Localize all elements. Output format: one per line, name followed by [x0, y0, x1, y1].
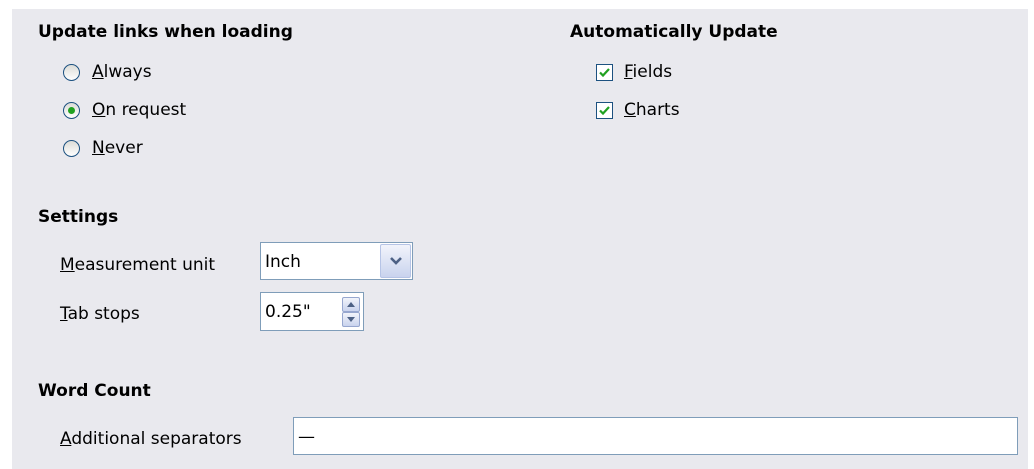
radio-on-request-label: On request [92, 100, 187, 120]
spin-down-button[interactable] [342, 312, 360, 327]
radio-never[interactable]: Never [63, 138, 223, 160]
radio-on-request[interactable]: On request [63, 100, 243, 122]
spin-up-button[interactable] [342, 297, 360, 312]
checkbox-charts[interactable]: Charts [596, 100, 726, 122]
radio-indicator[interactable] [63, 140, 80, 157]
measurement-unit-label: Measurement unit [60, 255, 216, 275]
radio-never-label: Never [92, 138, 143, 158]
arrow-down-icon [347, 317, 355, 322]
checkmark-icon [599, 68, 610, 78]
chevron-down-icon [390, 257, 402, 265]
additional-separators-input[interactable]: — [293, 417, 1018, 455]
word-count-heading: Word Count [38, 381, 151, 401]
radio-always-label: Always [92, 62, 152, 82]
update-links-heading: Update links when loading [38, 22, 293, 42]
options-panel: Update links when loading Always On requ… [12, 9, 1028, 469]
tab-stops-label: Tab stops [60, 304, 140, 324]
additional-separators-value: — [298, 427, 315, 447]
checkmark-icon [599, 106, 610, 116]
radio-indicator[interactable] [63, 102, 80, 119]
checkbox-indicator[interactable] [596, 64, 613, 81]
arrow-up-icon [347, 302, 355, 307]
measurement-unit-select[interactable]: Inch [260, 242, 413, 280]
tab-stops-value: 0.25" [265, 302, 311, 322]
measurement-unit-value: Inch [265, 252, 301, 272]
auto-update-heading: Automatically Update [570, 22, 778, 42]
dropdown-button[interactable] [380, 244, 411, 278]
checkbox-indicator[interactable] [596, 102, 613, 119]
radio-always[interactable]: Always [63, 62, 223, 84]
checkbox-charts-label: Charts [624, 100, 680, 120]
checkbox-fields-label: Fields [624, 62, 673, 82]
spin-buttons[interactable] [342, 297, 360, 327]
additional-separators-label: Additional separators [60, 429, 242, 449]
tab-stops-spinbox[interactable]: 0.25" [260, 292, 364, 331]
radio-indicator[interactable] [63, 64, 80, 81]
radio-selected-dot [68, 107, 75, 114]
settings-heading: Settings [38, 207, 119, 227]
checkbox-fields[interactable]: Fields [596, 62, 726, 84]
